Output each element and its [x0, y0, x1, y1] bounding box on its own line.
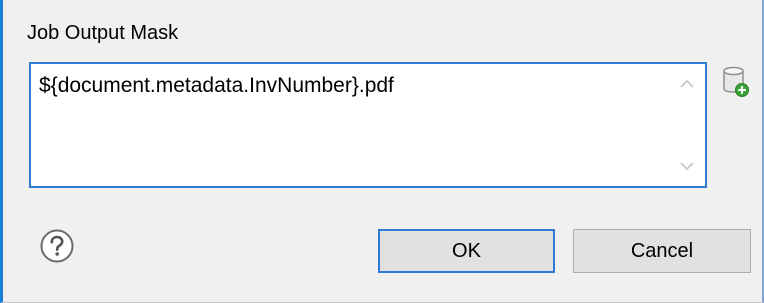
cancel-button[interactable]: Cancel: [573, 229, 751, 273]
job-output-mask-label: Job Output Mask: [27, 22, 179, 44]
job-output-mask-value[interactable]: ${document.metadata.InvNumber}.pdf: [39, 72, 657, 100]
ok-button[interactable]: OK: [378, 229, 555, 273]
chevron-down-icon[interactable]: [677, 156, 697, 176]
job-output-mask-dialog: Job Output Mask ${document.metadata.InvN…: [0, 0, 764, 303]
chevron-up-icon[interactable]: [677, 74, 697, 94]
job-output-mask-textarea[interactable]: ${document.metadata.InvNumber}.pdf: [29, 62, 707, 188]
vertical-scrollbar[interactable]: [669, 64, 705, 186]
database-add-icon[interactable]: [721, 65, 751, 99]
help-icon[interactable]: [39, 228, 75, 264]
